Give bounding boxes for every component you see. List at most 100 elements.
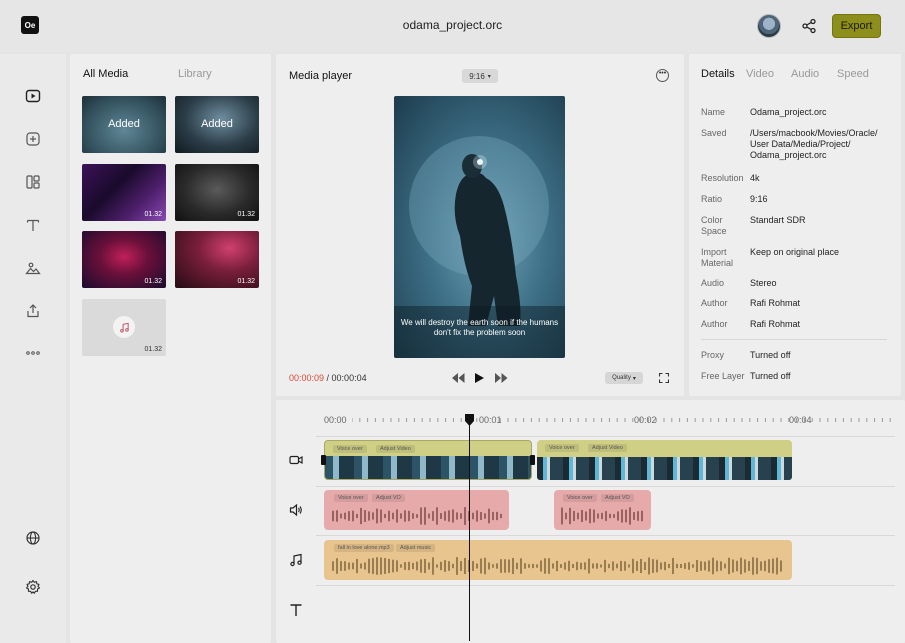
clip-chip[interactable]: Voice over <box>333 445 367 453</box>
detail-value: Stereo <box>750 278 777 288</box>
fullscreen-icon[interactable] <box>659 373 669 383</box>
clip-filmstrip <box>325 456 531 479</box>
duration-label: 01.32 <box>144 278 162 285</box>
layout-icon[interactable] <box>25 174 41 190</box>
clip-chip[interactable]: Adjust VO <box>372 494 405 502</box>
added-label: Added <box>108 118 140 130</box>
detail-value: Turned off <box>750 371 791 381</box>
text-icon[interactable] <box>25 217 41 233</box>
track-divider <box>316 436 895 437</box>
ruler-label: 00:00 <box>324 415 347 425</box>
duration-label: 01.32 <box>144 211 162 218</box>
ratio-dropdown[interactable]: 9:16 ▾ <box>462 69 498 83</box>
track-divider <box>316 585 895 586</box>
detail-value: Rafi Rohmat <box>750 298 801 308</box>
detail-value: 4k <box>750 173 760 183</box>
audio-waveform <box>332 507 502 525</box>
export-button[interactable]: Export <box>832 14 881 38</box>
tab-details[interactable]: Details <box>701 68 735 80</box>
music-track-icon <box>290 553 302 567</box>
audio-clip[interactable]: Voice over Adjust VO <box>324 490 509 530</box>
audio-clip[interactable]: Voice over Adjust VO <box>554 490 651 530</box>
detail-value: Odama_project.orc <box>750 107 827 117</box>
tab-all-media[interactable]: All Media <box>83 68 128 80</box>
video-clip[interactable]: Voice over Adjust Video <box>324 440 532 480</box>
media-item[interactable]: Added <box>175 96 259 153</box>
play-icon[interactable] <box>25 88 41 104</box>
media-item[interactable]: Added <box>82 96 166 153</box>
clip-chip[interactable]: fall in love alone.mp3 <box>334 544 394 552</box>
clip-filmstrip <box>537 457 792 480</box>
divider <box>701 339 887 340</box>
media-item[interactable]: 01.32 <box>175 231 259 288</box>
detail-value: Turned off <box>750 350 791 360</box>
detail-key: Author <box>701 319 728 329</box>
rewind-icon[interactable] <box>452 373 465 383</box>
clip-chip[interactable]: Voice over <box>563 494 597 502</box>
detail-value: Keep on original place <box>750 247 840 257</box>
player-title: Media player <box>289 70 352 82</box>
added-label: Added <box>201 118 233 130</box>
time-total: / 00:00:04 <box>324 373 367 383</box>
more-options-icon[interactable]: ••• <box>656 69 669 82</box>
playback-time: 00:00:09 / 00:00:04 <box>289 373 367 383</box>
tab-library[interactable]: Library <box>178 68 212 80</box>
trim-handle-left[interactable] <box>321 455 326 465</box>
music-clip[interactable]: fall in love alone.mp3 Adjust music <box>324 540 792 580</box>
chevron-down-icon: ▾ <box>632 375 636 382</box>
media-item-audio[interactable]: 01.32 <box>82 299 166 356</box>
detail-key: Ratio <box>701 194 723 204</box>
track-divider <box>316 486 895 487</box>
video-clip[interactable]: Voice over Adjust Video <box>537 440 792 480</box>
tab-speed[interactable]: Speed <box>837 68 869 80</box>
ratio-label: 9:16 <box>469 71 485 81</box>
clip-chip[interactable]: Adjust music <box>396 544 436 552</box>
quality-dropdown[interactable]: Quality ▾ <box>605 372 643 384</box>
plus-icon[interactable] <box>25 131 41 147</box>
text-track-icon <box>290 604 302 616</box>
avatar[interactable] <box>757 14 781 38</box>
detail-key: Author <box>701 298 728 308</box>
video-subtitle: We will destroy the earth soon if the hu… <box>400 318 559 337</box>
fast-forward-icon[interactable] <box>495 373 508 383</box>
settings-icon[interactable] <box>25 579 41 595</box>
detail-key: Resolution <box>701 173 744 183</box>
more-icon[interactable] <box>25 345 41 361</box>
clip-chip[interactable]: Voice over <box>545 444 579 452</box>
quality-label: Quality <box>612 375 631 381</box>
detail-key: Name <box>701 107 726 117</box>
clip-chip[interactable]: Adjust VO <box>601 494 634 502</box>
image-icon[interactable] <box>25 260 41 276</box>
clip-chip[interactable]: Adjust Video <box>588 444 627 452</box>
detail-key: Proxy <box>701 350 725 360</box>
music-note-icon <box>113 316 135 338</box>
audio-waveform <box>561 507 643 525</box>
detail-value: 9:16 <box>750 194 768 204</box>
detail-key: Audio <box>701 278 725 288</box>
detail-value: Rafi Rohmat <box>750 319 801 329</box>
play-button-icon[interactable] <box>475 373 484 383</box>
playhead-handle[interactable] <box>464 414 475 426</box>
audio-track-icon <box>289 503 302 517</box>
tab-video[interactable]: Video <box>746 68 774 80</box>
track-divider <box>316 535 895 536</box>
share-icon[interactable] <box>801 18 817 34</box>
clip-chip[interactable]: Voice over <box>334 494 368 502</box>
detail-key: Import Material <box>701 247 734 268</box>
upload-icon[interactable] <box>25 303 41 319</box>
ruler-ticks <box>352 418 891 422</box>
chevron-down-icon: ▾ <box>487 73 491 80</box>
detail-value: /Users/macbook/Movies/Oracle/ User Data/… <box>750 128 878 160</box>
detail-key: Color Space <box>701 215 727 236</box>
media-item[interactable]: 01.32 <box>82 164 166 221</box>
globe-icon[interactable] <box>25 530 41 546</box>
clip-chip[interactable]: Adjust Video <box>376 445 415 453</box>
playhead-line[interactable] <box>469 423 470 641</box>
media-item[interactable]: 01.32 <box>175 164 259 221</box>
tab-audio[interactable]: Audio <box>791 68 819 80</box>
duration-label: 01.32 <box>237 278 255 285</box>
media-item[interactable]: 01.32 <box>82 231 166 288</box>
detail-value: Standart SDR <box>750 215 806 225</box>
trim-handle-right[interactable] <box>530 455 535 465</box>
detail-key: Free Layer <box>701 371 745 381</box>
